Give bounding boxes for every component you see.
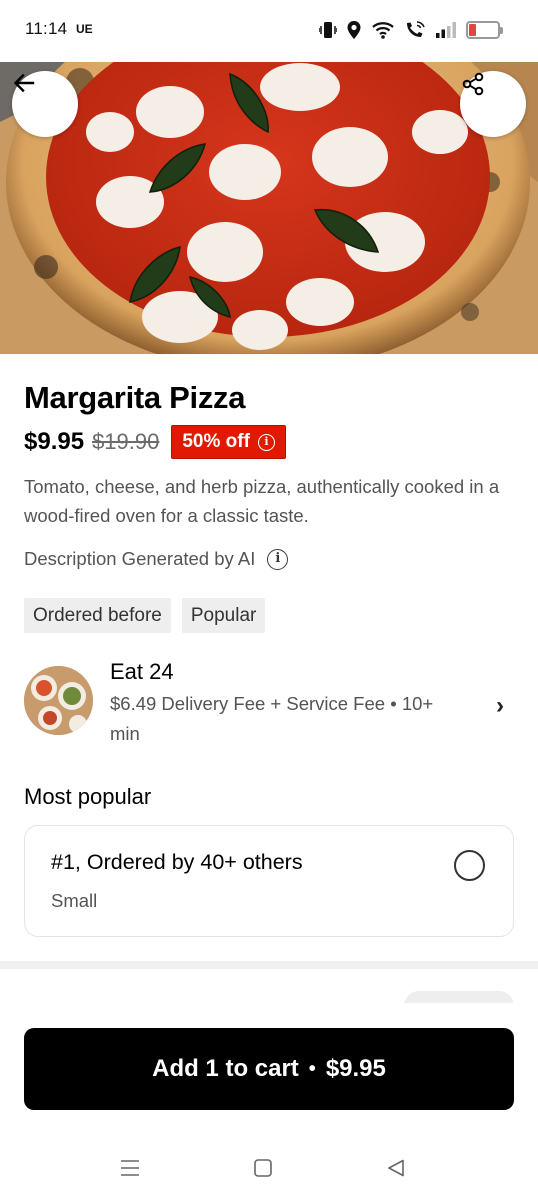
home-nav-button[interactable] <box>251 1156 275 1180</box>
store-avatar <box>24 666 93 735</box>
original-price: $19.90 <box>92 429 160 454</box>
vibrate-icon <box>319 22 337 38</box>
menu-nav-button[interactable] <box>118 1156 142 1180</box>
status-carrier: UE <box>76 22 93 36</box>
pizza-illustration <box>0 62 538 354</box>
status-bar: 11:14 UE 19 <box>0 0 538 62</box>
next-section-peek <box>0 969 538 1005</box>
store-meta: $6.49 Delivery Fee + Service Fee • 10+ m… <box>110 693 434 744</box>
battery-level: 19 <box>476 24 490 36</box>
add-to-cart-button[interactable]: Add 1 to cart • $9.95 <box>24 1028 514 1110</box>
location-icon <box>347 21 361 39</box>
option-label: #1, Ordered by 40+ others <box>51 850 303 874</box>
ai-description-note: Description Generated by AI i <box>24 544 289 574</box>
home-square-icon <box>254 1159 272 1177</box>
chevron-right-icon: › <box>496 692 504 719</box>
wifi-call-icon <box>407 21 425 37</box>
tag-popular: Popular <box>181 598 266 633</box>
signal-icon <box>436 22 456 38</box>
price-row: $9.95 $19.90 50% off i <box>24 424 286 460</box>
info-icon: i <box>257 433 275 451</box>
cart-price: $9.95 <box>325 1055 386 1082</box>
bottom-sheet: Add 1 to cart • $9.95 <box>0 1003 538 1200</box>
discount-label: 50% off <box>182 431 250 452</box>
store-row[interactable]: Eat 24 $6.49 Delivery Fee + Service Fee … <box>24 656 514 748</box>
status-time: 11:14 <box>25 19 68 38</box>
share-icon <box>462 72 484 96</box>
store-name: Eat 24 <box>110 659 174 684</box>
cart-label: Add 1 to cart <box>152 1055 299 1082</box>
system-nav-bar <box>0 1148 538 1188</box>
product-title: Margarita Pizza <box>24 380 246 415</box>
option-size: Small <box>51 890 98 911</box>
product-image <box>0 62 538 354</box>
option-radio[interactable] <box>454 850 485 881</box>
share-button[interactable] <box>460 71 526 137</box>
triangle-back-icon <box>388 1159 404 1177</box>
status-icons: 19 <box>319 18 503 42</box>
popular-option-card[interactable]: #1, Ordered by 40+ others Small <box>24 825 514 937</box>
section-divider <box>0 961 538 969</box>
info-icon[interactable]: i <box>267 548 289 570</box>
tag-list: Ordered before Popular <box>24 598 266 633</box>
arrow-left-icon <box>13 73 35 93</box>
product-description: Tomato, cheese, and herb pizza, authenti… <box>24 476 500 526</box>
next-section-title <box>24 993 194 1003</box>
cart-separator: • <box>308 1057 316 1080</box>
back-button[interactable] <box>12 71 78 137</box>
menu-icon <box>121 1160 139 1176</box>
back-nav-button[interactable] <box>384 1156 408 1180</box>
battery-icon: 19 <box>466 21 503 39</box>
discount-badge[interactable]: 50% off i <box>171 425 286 459</box>
ai-note-label: Description Generated by AI <box>24 548 256 569</box>
most-popular-title: Most popular <box>24 784 152 809</box>
wifi-icon <box>372 22 394 39</box>
current-price: $9.95 <box>24 428 85 455</box>
tag-ordered-before: Ordered before <box>24 598 171 633</box>
